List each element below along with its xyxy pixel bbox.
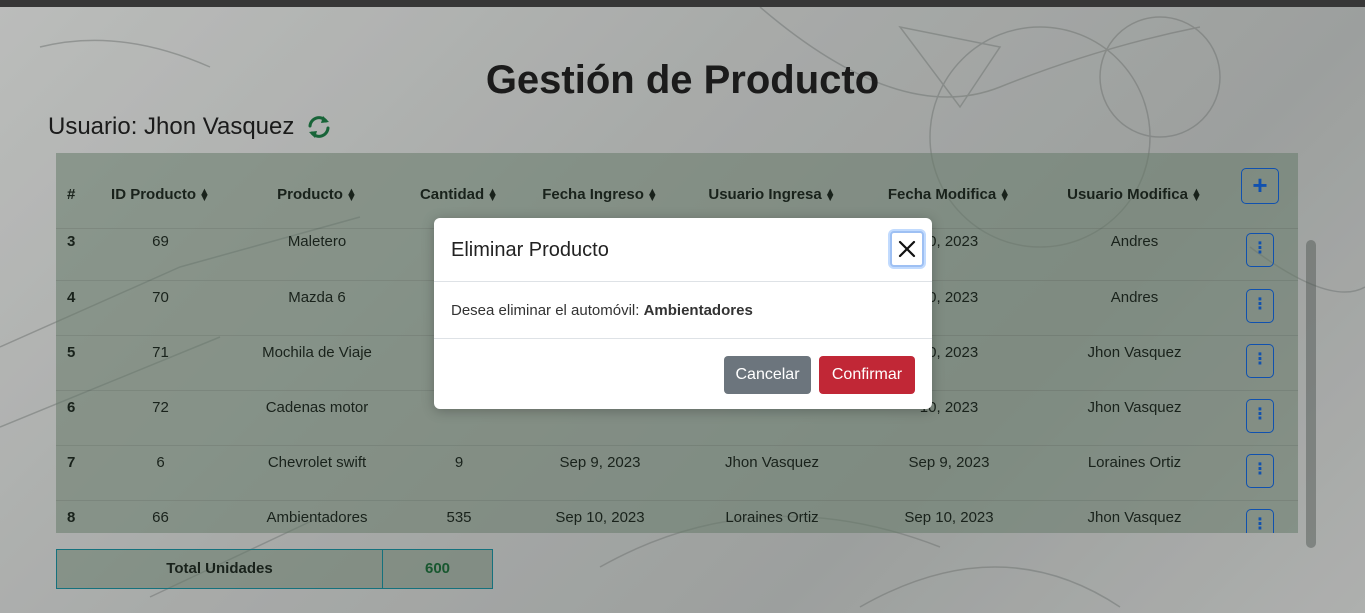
close-icon xyxy=(898,240,916,258)
modal-footer: Cancelar Confirmar xyxy=(434,339,932,410)
close-button[interactable] xyxy=(890,231,924,267)
cancel-button[interactable]: Cancelar xyxy=(724,356,811,394)
modal-title: Eliminar Producto xyxy=(451,239,609,261)
modal-message: Desea eliminar el automóvil: Ambientador… xyxy=(451,302,753,319)
modal-item-name: Ambientadores xyxy=(643,302,753,319)
delete-product-modal: Eliminar Producto Desea eliminar el auto… xyxy=(434,218,932,409)
confirm-button[interactable]: Confirmar xyxy=(819,356,915,394)
modal-header: Eliminar Producto xyxy=(434,218,932,282)
modal-body: Desea eliminar el automóvil: Ambientador… xyxy=(434,282,932,339)
